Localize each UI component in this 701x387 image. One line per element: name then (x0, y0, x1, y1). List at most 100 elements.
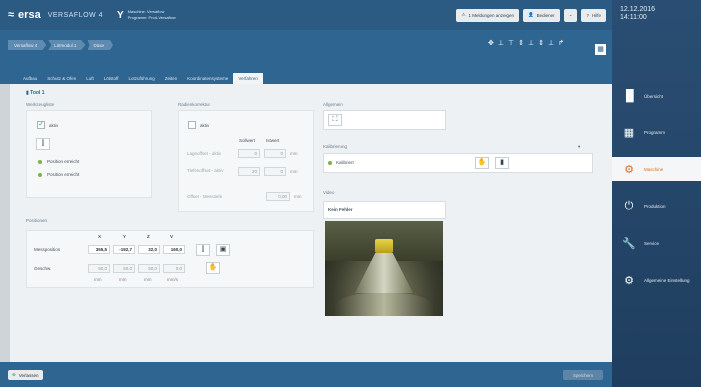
product-name: VERSAFLOW 4 (47, 11, 103, 19)
tab-luft[interactable]: Luft (81, 73, 99, 84)
video-status: Kein Fehler (328, 207, 353, 212)
user-icon: 👤 (528, 12, 534, 17)
sidebar-item-overview[interactable]: ▐▌ Übersicht (612, 84, 701, 108)
sidebar-item-settings[interactable]: ⚙ Allgemeine Einstellung (612, 268, 701, 292)
depth-actual-field: 0 (264, 167, 286, 176)
section-title: Allgemein (323, 102, 343, 107)
grid-button[interactable]: ▦ (595, 44, 606, 55)
tab-lotzufuehrung[interactable]: Lotzuführung (123, 73, 159, 84)
checkbox-label: aktiv (49, 123, 59, 128)
messages-button[interactable]: ⚠ 1 Meldungen anzeigen (456, 8, 520, 22)
sidebar-item-program[interactable]: ▦ Programm (612, 120, 701, 144)
sidebar-item-production[interactable]: ⏻ Produktion (612, 194, 701, 218)
offset-set-field[interactable]: 0 (238, 149, 260, 158)
machine-info: Y Maschine: Versaflow Programm: Prod-Ver… (117, 9, 176, 21)
fit-button[interactable]: ⛶ (328, 114, 342, 126)
depth-set-field[interactable]: 20 (238, 167, 260, 176)
arrow-icon[interactable]: ↱ (558, 39, 564, 47)
axis-icon[interactable]: ⊥ (548, 39, 554, 47)
tab-koordinatensysteme[interactable]: Koordinatensysteme (182, 73, 233, 84)
breadcrumb-item[interactable]: Lötmodul 1 (48, 40, 86, 50)
section-title: Radienkorrektur (178, 102, 211, 107)
move-button[interactable]: ✋ (206, 262, 220, 274)
move-icon[interactable]: ⇕ (538, 39, 544, 47)
breadcrumb: Versaflow 4 Lötmodul 1 Düse (8, 40, 114, 50)
tool-button[interactable]: ⫿ (196, 244, 210, 256)
tab-schutz[interactable]: Schutz & Ofen (42, 73, 81, 84)
row-label: Lageoffset - aktiv (187, 151, 222, 156)
section-title: Werkzeugliste (26, 102, 55, 107)
calibrate-button[interactable]: ✋ (475, 157, 489, 169)
calibration-panel (323, 153, 593, 173)
gears-icon: ⚙ (624, 163, 634, 176)
axis-icon[interactable]: ⊥ (498, 39, 504, 47)
unit-label: mm (94, 277, 102, 282)
camera-feed (325, 221, 443, 316)
active-checkbox[interactable]: ✓ (37, 121, 45, 129)
dropdown-button[interactable]: ⌄ (563, 8, 578, 22)
sidebar-item-service[interactable]: 🔧 Service (612, 231, 701, 255)
checkbox-label: aktiv (200, 123, 210, 128)
axis-icon[interactable]: ⊥ (528, 39, 534, 47)
column-header: Istwert (266, 138, 280, 143)
sidebar: 12.12.2016 14:11:00 ▐▌ Übersicht ▦ Program… (612, 0, 701, 387)
speed-z-field[interactable]: 50,0 (138, 264, 160, 273)
clock: 12.12.2016 14:11:00 (612, 0, 701, 22)
program-line: Programm: Prod-Versaflow (127, 15, 176, 20)
position-x-field[interactable]: 355,5 (88, 245, 110, 254)
position-v-field[interactable]: 160,0 (163, 245, 185, 254)
section-title: Video (323, 190, 335, 195)
tool-button[interactable]: ⫿ (36, 138, 50, 150)
chevron-down-icon: ⌄ (568, 12, 573, 17)
section-title: Positionen (26, 218, 48, 223)
sidebar-item-machine[interactable]: ⚙ Maschine (612, 157, 701, 181)
exit-button[interactable]: ⊗ Verlassen (8, 370, 43, 380)
tool-header: ▮ Tool 1 (26, 90, 45, 96)
axis-icon[interactable]: ⊤ (508, 39, 514, 47)
help-button[interactable]: ? Hilfe (581, 8, 606, 22)
move-icon[interactable]: ✥ (488, 39, 494, 47)
machine-icon: Y (116, 9, 124, 21)
help-icon: ? (586, 12, 589, 18)
row-label: Messposition (34, 247, 61, 252)
bar-chart-icon: ▐▌ (622, 90, 638, 102)
axis-label: Z (147, 234, 150, 239)
breadcrumb-item[interactable]: Düse (87, 40, 114, 50)
clock-time: 14:11:00 (620, 14, 647, 21)
user-button[interactable]: 👤 Bediener (523, 8, 560, 22)
settings-icon: ⚙ (624, 274, 634, 287)
status-label: Position erreicht (47, 159, 80, 164)
speed-v-field[interactable]: 0,0 (163, 264, 185, 273)
unit-label: mm (144, 277, 152, 282)
footer: ⊗ Verlassen Speichern (0, 362, 612, 387)
calibration-status: Kalibriert (336, 160, 354, 165)
tab-zeiten[interactable]: Zeiten (160, 73, 183, 84)
toolbar: Versaflow 4 Lötmodul 1 Düse ✥ ⊥ ⊤ ⇕ ⊥ ⇕ … (0, 30, 612, 62)
image-button[interactable]: ▣ (216, 244, 230, 256)
offset-checkbox[interactable] (188, 121, 196, 129)
offset-actual-field: 0 (264, 149, 286, 158)
section-title: Kalibrierung (323, 144, 348, 149)
tab-loetstoff[interactable]: Lötstoff (99, 73, 124, 84)
program-icon: ▦ (623, 126, 635, 139)
info-icon[interactable]: ▾ (578, 144, 580, 150)
move-icon[interactable]: ⇕ (518, 39, 524, 47)
axis-label: X (98, 234, 102, 239)
axis-label: Y (123, 234, 127, 239)
position-y-field[interactable]: -192,7 (113, 245, 135, 254)
brand-logo: ≈ ersa VERSAFLOW 4 (8, 9, 103, 21)
breadcrumb-item[interactable]: Versaflow 4 (8, 40, 47, 50)
exit-icon: ⊗ (12, 372, 16, 377)
status-indicator (328, 161, 332, 165)
position-z-field[interactable]: 32,0 (138, 245, 160, 254)
clock-date: 12.12.2016 (620, 6, 656, 13)
speed-x-field[interactable]: 50,0 (88, 264, 110, 273)
camera-base (335, 293, 433, 316)
save-button[interactable]: Speichern (563, 370, 603, 380)
tab-verfahren[interactable]: Verfahren (233, 73, 263, 84)
main-content: ▮ Tool 1 Werkzeugliste ✓ aktiv ⫿ Positio… (10, 84, 612, 362)
speed-y-field[interactable]: 50,0 (113, 264, 135, 273)
tab-aufbau[interactable]: Aufbau (18, 73, 42, 84)
delete-button[interactable]: ▮ (495, 157, 509, 169)
measure-depth-field[interactable]: 0,00 (266, 192, 290, 201)
